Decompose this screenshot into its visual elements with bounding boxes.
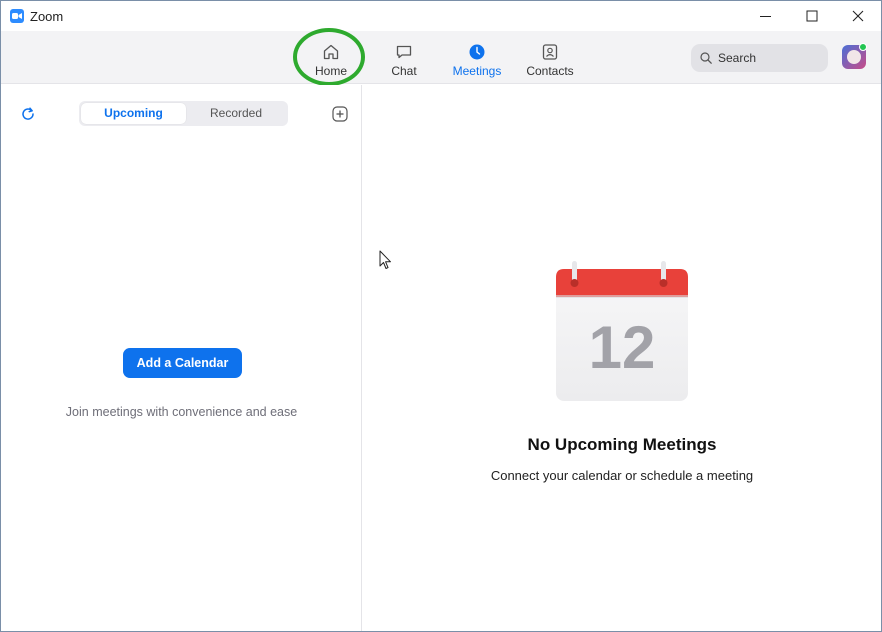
clock-icon (469, 44, 485, 60)
empty-state-title: No Upcoming Meetings (527, 435, 717, 454)
tab-contacts[interactable]: Contacts (515, 31, 585, 84)
add-calendar-button[interactable]: Add a Calendar (123, 348, 242, 378)
segment-upcoming[interactable]: Upcoming (81, 103, 186, 124)
avatar-face (847, 50, 861, 64)
tab-meetings[interactable]: Meetings (442, 31, 512, 84)
chat-bubble-icon (396, 45, 412, 59)
left-panel-hint: Join meetings with convenience and ease (65, 405, 298, 419)
search-input[interactable] (718, 48, 823, 68)
mouse-cursor-icon (379, 250, 391, 269)
maximize-button[interactable] (789, 1, 835, 31)
minimize-button[interactable] (743, 1, 789, 31)
search-icon (700, 52, 712, 64)
close-button[interactable] (835, 1, 881, 31)
window-title: Zoom (30, 9, 64, 24)
calendar-day-number: 12 (588, 314, 656, 381)
main-toolbar: Home Chat Meetings Contacts (1, 31, 881, 84)
contact-card-icon (542, 44, 558, 60)
title-bar: Zoom (1, 1, 881, 31)
maximize-icon (806, 10, 818, 22)
tab-contacts-label: Contacts (526, 64, 574, 78)
minimize-icon (760, 16, 771, 17)
meeting-detail-panel: 12 No Upcoming Meetings Connect your cal… (363, 85, 881, 631)
segment-recorded[interactable]: Recorded (186, 103, 286, 124)
search-box[interactable] (691, 44, 828, 72)
empty-state-subtitle: Connect your calendar or schedule a meet… (490, 468, 754, 483)
zoom-logo-icon (10, 9, 24, 23)
highlight-ring (293, 28, 365, 86)
refresh-icon[interactable] (20, 106, 36, 122)
meetings-segment-control: Upcoming Recorded (79, 101, 288, 126)
presence-status-dot (859, 43, 867, 51)
meetings-list-panel: Upcoming Recorded Add a Calendar Join me… (1, 85, 362, 631)
close-icon (852, 10, 864, 22)
tab-chat-label: Chat (391, 64, 417, 78)
tab-chat[interactable]: Chat (369, 31, 439, 84)
zoom-window: Zoom Home Chat Meetings Contacts Search … (0, 0, 882, 632)
add-meeting-icon[interactable] (332, 106, 348, 122)
tab-meetings-label: Meetings (452, 64, 502, 78)
